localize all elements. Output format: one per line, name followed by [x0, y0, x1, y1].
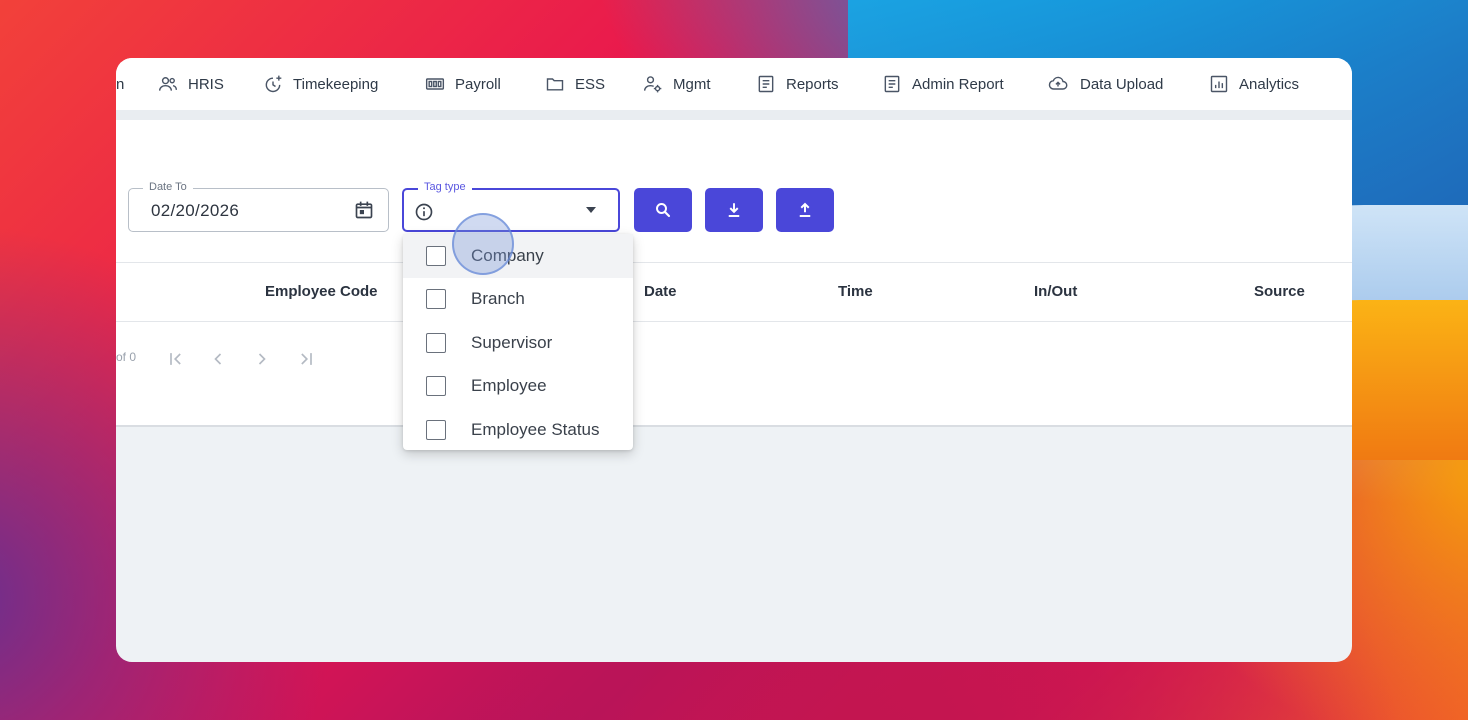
document-icon — [758, 75, 774, 93]
option-employee[interactable]: Employee — [403, 365, 633, 409]
pagination: of 0 — [116, 349, 416, 369]
download-icon — [728, 203, 740, 217]
option-company[interactable]: Company — [403, 234, 633, 278]
option-supervisor[interactable]: Supervisor — [403, 321, 633, 365]
nav-item-payroll[interactable]: Payroll — [425, 58, 501, 110]
date-to-label: Date To — [143, 181, 193, 193]
content-panel: Date To 02/20/2026 Tag type Employee Cod… — [116, 120, 1352, 427]
tag-type-dropdown: Company Branch Supervisor Employee Emplo… — [403, 234, 633, 450]
toolbar-strip — [116, 110, 1352, 120]
nav-item-timekeeping[interactable]: Timekeeping — [263, 58, 378, 110]
option-employee-status[interactable]: Employee Status — [403, 408, 633, 452]
checkbox[interactable] — [426, 376, 446, 397]
folder-icon — [546, 78, 564, 91]
last-page-icon[interactable] — [296, 349, 316, 369]
user-gear-icon — [643, 76, 662, 93]
column-header-time[interactable]: Time — [838, 283, 873, 300]
nav-item-ess[interactable]: ESS — [545, 58, 605, 110]
top-navigation: n HRIS Timekeeping Payroll ESS Mgmt Repo… — [116, 58, 1352, 111]
chevron-down-icon[interactable] — [586, 207, 596, 213]
calendar-icon[interactable] — [354, 200, 374, 220]
document-icon — [884, 75, 900, 93]
column-header-date[interactable]: Date — [644, 283, 677, 300]
previous-page-icon[interactable] — [208, 349, 228, 369]
upload-icon — [799, 202, 811, 217]
table-header: Employee Code Date Time In/Out Source — [116, 262, 1352, 322]
search-icon — [656, 203, 671, 218]
download-button[interactable] — [705, 188, 763, 232]
cloud-upload-icon — [1048, 76, 1068, 90]
nav-item-mgmt[interactable]: Mgmt — [643, 58, 711, 110]
nav-item-data-upload[interactable]: Data Upload — [1046, 58, 1163, 110]
tag-type-select[interactable]: Tag type — [402, 181, 620, 232]
app-window: n HRIS Timekeeping Payroll ESS Mgmt Repo… — [116, 58, 1352, 662]
column-header-in-out[interactable]: In/Out — [1034, 283, 1077, 300]
users-icon — [158, 77, 178, 91]
checkbox[interactable] — [426, 419, 446, 440]
search-button[interactable] — [634, 188, 692, 232]
first-page-icon[interactable] — [166, 349, 186, 369]
info-icon — [415, 203, 433, 221]
column-header-source[interactable]: Source — [1254, 283, 1305, 300]
nav-item-truncated[interactable]: n — [116, 58, 124, 110]
column-header-employee-code[interactable]: Employee Code — [265, 283, 378, 300]
next-page-icon[interactable] — [252, 349, 272, 369]
upload-button[interactable] — [776, 188, 834, 232]
date-to-value[interactable]: 02/20/2026 — [151, 201, 239, 221]
nav-item-reports[interactable]: Reports — [756, 58, 839, 110]
nav-item-analytics[interactable]: Analytics — [1209, 58, 1299, 110]
nav-item-admin-report[interactable]: Admin Report — [882, 58, 1004, 110]
checkbox[interactable] — [426, 289, 446, 310]
date-to-field[interactable]: Date To 02/20/2026 — [128, 181, 389, 232]
pagination-count: of 0 — [116, 350, 137, 364]
checkbox[interactable] — [426, 332, 446, 353]
tag-type-label: Tag type — [418, 181, 472, 193]
bar-chart-icon — [1210, 75, 1228, 93]
nav-item-hris[interactable]: HRIS — [158, 58, 224, 110]
checkbox[interactable] — [426, 245, 446, 266]
option-branch[interactable]: Branch — [403, 278, 633, 322]
money-icon — [425, 78, 445, 90]
clock-plus-icon — [265, 75, 282, 93]
